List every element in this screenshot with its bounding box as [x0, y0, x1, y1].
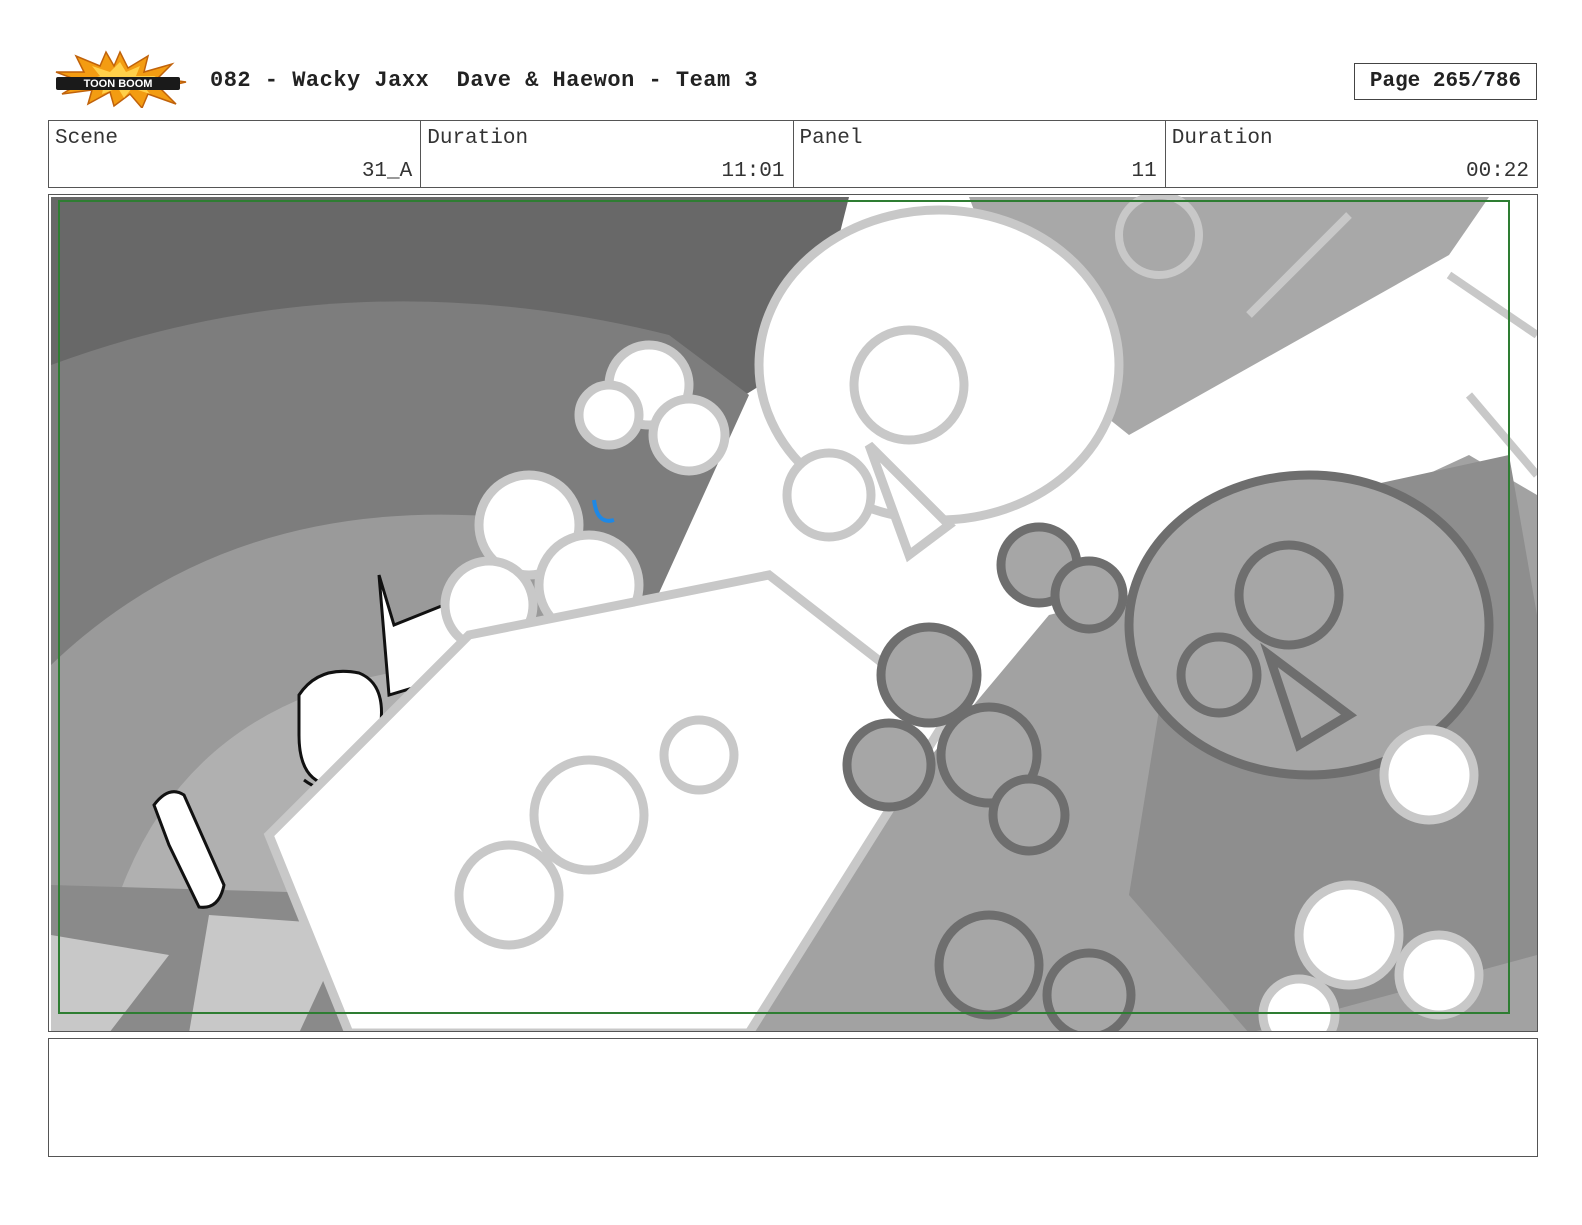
scene-value: 31_A	[361, 160, 413, 183]
scene-info-table: Scene 31_A Duration 11:01 Panel 11 Durat…	[48, 120, 1538, 188]
panel-cell: Panel 11	[794, 121, 1166, 187]
panel-value: 11	[1131, 160, 1157, 183]
toon-boom-logo: TOON BOOM	[55, 50, 187, 108]
scene-duration-cell: Duration 11:01	[421, 121, 794, 187]
logo-text: TOON BOOM	[84, 78, 153, 90]
document-title: 082 - Wacky Jaxx Dave & Haewon - Team 3	[210, 68, 759, 93]
scene-cell: Scene 31_A	[49, 121, 422, 187]
scene-duration-label: Duration	[427, 127, 529, 150]
scene-duration-value: 11:01	[721, 160, 785, 183]
storyboard-panel	[48, 194, 1538, 1032]
scene-label: Scene	[55, 127, 119, 150]
panel-duration-label: Duration	[1171, 127, 1273, 150]
panel-artwork	[49, 195, 1537, 1031]
page-number: Page 265/786	[1354, 63, 1537, 100]
notes-box[interactable]	[48, 1038, 1538, 1157]
panel-duration-cell: Duration 00:22	[1166, 121, 1537, 187]
panel-duration-value: 00:22	[1465, 160, 1529, 183]
panel-label: Panel	[799, 127, 863, 150]
